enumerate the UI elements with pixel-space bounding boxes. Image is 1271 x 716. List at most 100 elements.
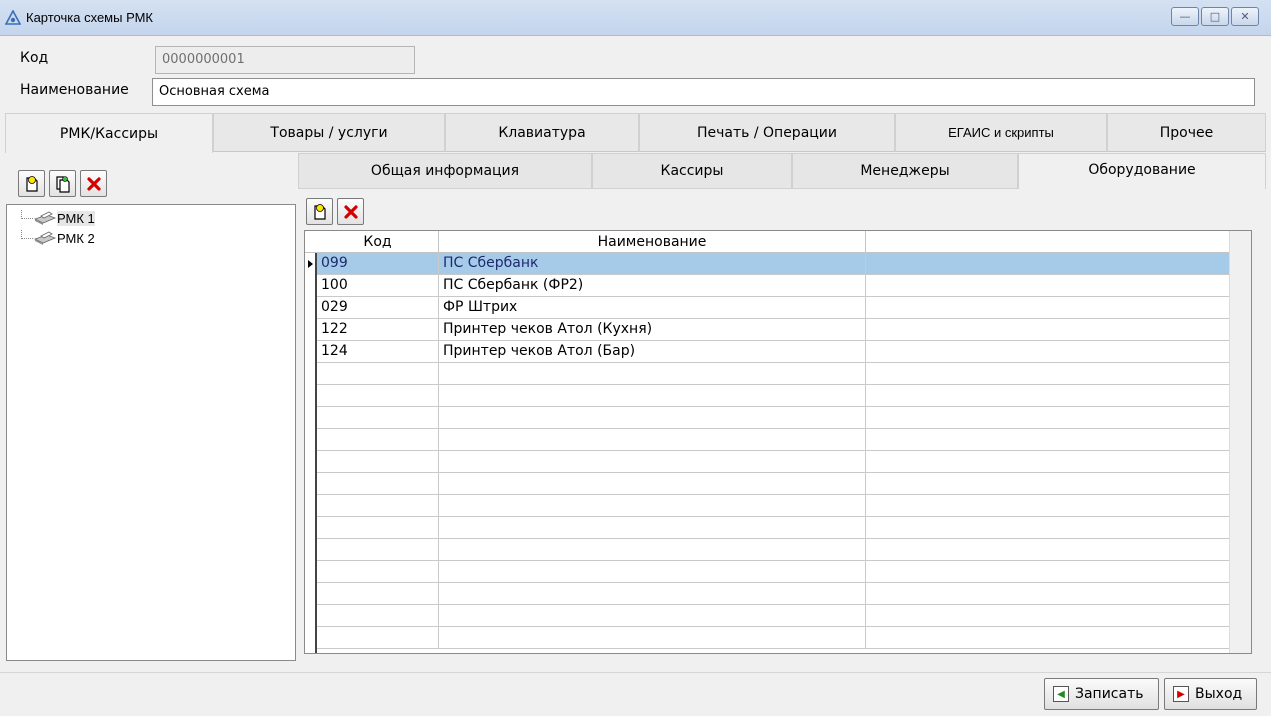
empty-row[interactable]	[317, 363, 1229, 385]
close-icon: ✕	[1240, 10, 1250, 23]
cell-name	[439, 539, 866, 561]
subtab-managers[interactable]: Менеджеры	[792, 153, 1018, 189]
delete-icon	[86, 176, 101, 191]
delete-button[interactable]	[80, 170, 107, 197]
tree-item-rmk1[interactable]: РМК 1	[21, 209, 95, 227]
rmk-tree: РМК 1 РМК 2	[6, 204, 296, 661]
exit-button[interactable]: ▶ Выход	[1164, 678, 1257, 710]
empty-row[interactable]	[317, 539, 1229, 561]
close-button[interactable]: ✕	[1231, 7, 1259, 26]
save-button[interactable]: ◀ Записать	[1044, 678, 1159, 710]
code-field[interactable]: 0000000001	[155, 46, 415, 74]
cell-code	[317, 605, 439, 627]
empty-row[interactable]	[317, 495, 1229, 517]
empty-row[interactable]	[317, 561, 1229, 583]
add-button[interactable]	[18, 170, 45, 197]
empty-row[interactable]	[317, 473, 1229, 495]
title-bar: Карточка схемы РМК — □ ✕	[0, 0, 1271, 36]
cell-code	[317, 429, 439, 451]
empty-row[interactable]	[317, 429, 1229, 451]
delete-icon	[343, 204, 358, 219]
cell-code: 122	[317, 319, 439, 341]
cell-code: 029	[317, 297, 439, 319]
maximize-button[interactable]: □	[1201, 7, 1229, 26]
cell-name	[439, 429, 866, 451]
empty-row[interactable]	[317, 451, 1229, 473]
cell-code	[317, 363, 439, 385]
tab-other[interactable]: Прочее	[1107, 113, 1266, 152]
cell-name	[439, 605, 866, 627]
row-indicator-column	[305, 231, 317, 653]
tab-goods-services[interactable]: Товары / услуги	[213, 113, 445, 152]
cell-name	[439, 583, 866, 605]
tab-label: РМК/Кассиры	[59, 125, 159, 142]
cell-code	[317, 517, 439, 539]
subtab-label: Кассиры	[660, 163, 724, 179]
printer-icon	[33, 211, 57, 225]
cell-code: 100	[317, 275, 439, 297]
table-row[interactable]: 100 ПС Сбербанк (ФР2)	[317, 275, 1229, 297]
table-row[interactable]: 029 ФР Штрих	[317, 297, 1229, 319]
cell-code: 124	[317, 341, 439, 363]
copy-button[interactable]	[49, 170, 76, 197]
cell-name: ПС Сбербанк (ФР2)	[439, 275, 866, 297]
tab-egais-scripts[interactable]: ЕГАИС и скрипты	[895, 113, 1107, 152]
add-document-icon	[313, 203, 326, 220]
delete-equipment-button[interactable]	[337, 198, 364, 225]
tree-item-rmk2[interactable]: РМК 2	[21, 229, 95, 247]
grid-header: Код Наименование	[305, 231, 1251, 253]
subtab-general-info[interactable]: Общая информация	[298, 153, 592, 189]
subtab-equipment[interactable]: Оборудование	[1018, 153, 1266, 189]
cell-code	[317, 539, 439, 561]
cell-name	[439, 495, 866, 517]
cell-name	[439, 407, 866, 429]
cell-name: ПС Сбербанк	[439, 253, 866, 275]
exit-label: Выход	[1195, 686, 1243, 702]
table-row[interactable]: 099 ПС Сбербанк	[308, 253, 1229, 275]
subtab-cashiers[interactable]: Кассиры	[592, 153, 792, 189]
column-header-name[interactable]: Наименование	[439, 231, 866, 253]
tree-item-label: РМК 2	[57, 230, 95, 246]
name-field[interactable]: Основная схема	[152, 78, 1255, 106]
tree-connector	[21, 209, 33, 219]
empty-row[interactable]	[317, 517, 1229, 539]
table-row[interactable]: 124 Принтер чеков Атол (Бар)	[317, 341, 1229, 363]
tab-label: Прочее	[1159, 124, 1214, 141]
cell-code	[317, 561, 439, 583]
empty-row[interactable]	[317, 605, 1229, 627]
minimize-button[interactable]: —	[1171, 7, 1199, 26]
tab-label: Товары / услуги	[270, 124, 388, 141]
minimize-icon: —	[1179, 10, 1191, 23]
printer-icon	[33, 231, 57, 245]
cell-name	[439, 627, 866, 649]
main-tabs: РМК/Кассиры Товары / услуги Клавиатура П…	[5, 113, 1266, 153]
tab-print-operations[interactable]: Печать / Операции	[639, 113, 895, 152]
empty-row[interactable]	[317, 407, 1229, 429]
empty-row[interactable]	[317, 627, 1229, 649]
cell-code	[317, 385, 439, 407]
exit-icon: ▶	[1173, 686, 1189, 702]
window-controls: — □ ✕	[1171, 7, 1259, 26]
vertical-scrollbar[interactable]	[1229, 231, 1251, 653]
empty-row[interactable]	[317, 583, 1229, 605]
cell-code	[317, 627, 439, 649]
tab-label: Печать / Операции	[697, 124, 837, 141]
column-header-code[interactable]: Код	[317, 231, 439, 253]
cell-name	[439, 517, 866, 539]
tree-item-label: РМК 1	[57, 210, 95, 226]
cell-name	[439, 473, 866, 495]
copy-document-icon	[55, 175, 70, 193]
add-document-icon	[25, 175, 38, 192]
cell-name	[439, 385, 866, 407]
add-equipment-button[interactable]	[306, 198, 333, 225]
table-row[interactable]: 122 Принтер чеков Атол (Кухня)	[317, 319, 1229, 341]
tab-label: Клавиатура	[498, 124, 586, 141]
cell-code: 099	[317, 253, 439, 275]
tab-keyboard[interactable]: Клавиатура	[445, 113, 639, 152]
cell-name	[439, 363, 866, 385]
cell-code	[317, 495, 439, 517]
empty-row[interactable]	[317, 385, 1229, 407]
tab-rmk-cashiers[interactable]: РМК/Кассиры	[5, 113, 213, 153]
cell-code	[317, 583, 439, 605]
current-row-marker-icon	[308, 260, 313, 268]
